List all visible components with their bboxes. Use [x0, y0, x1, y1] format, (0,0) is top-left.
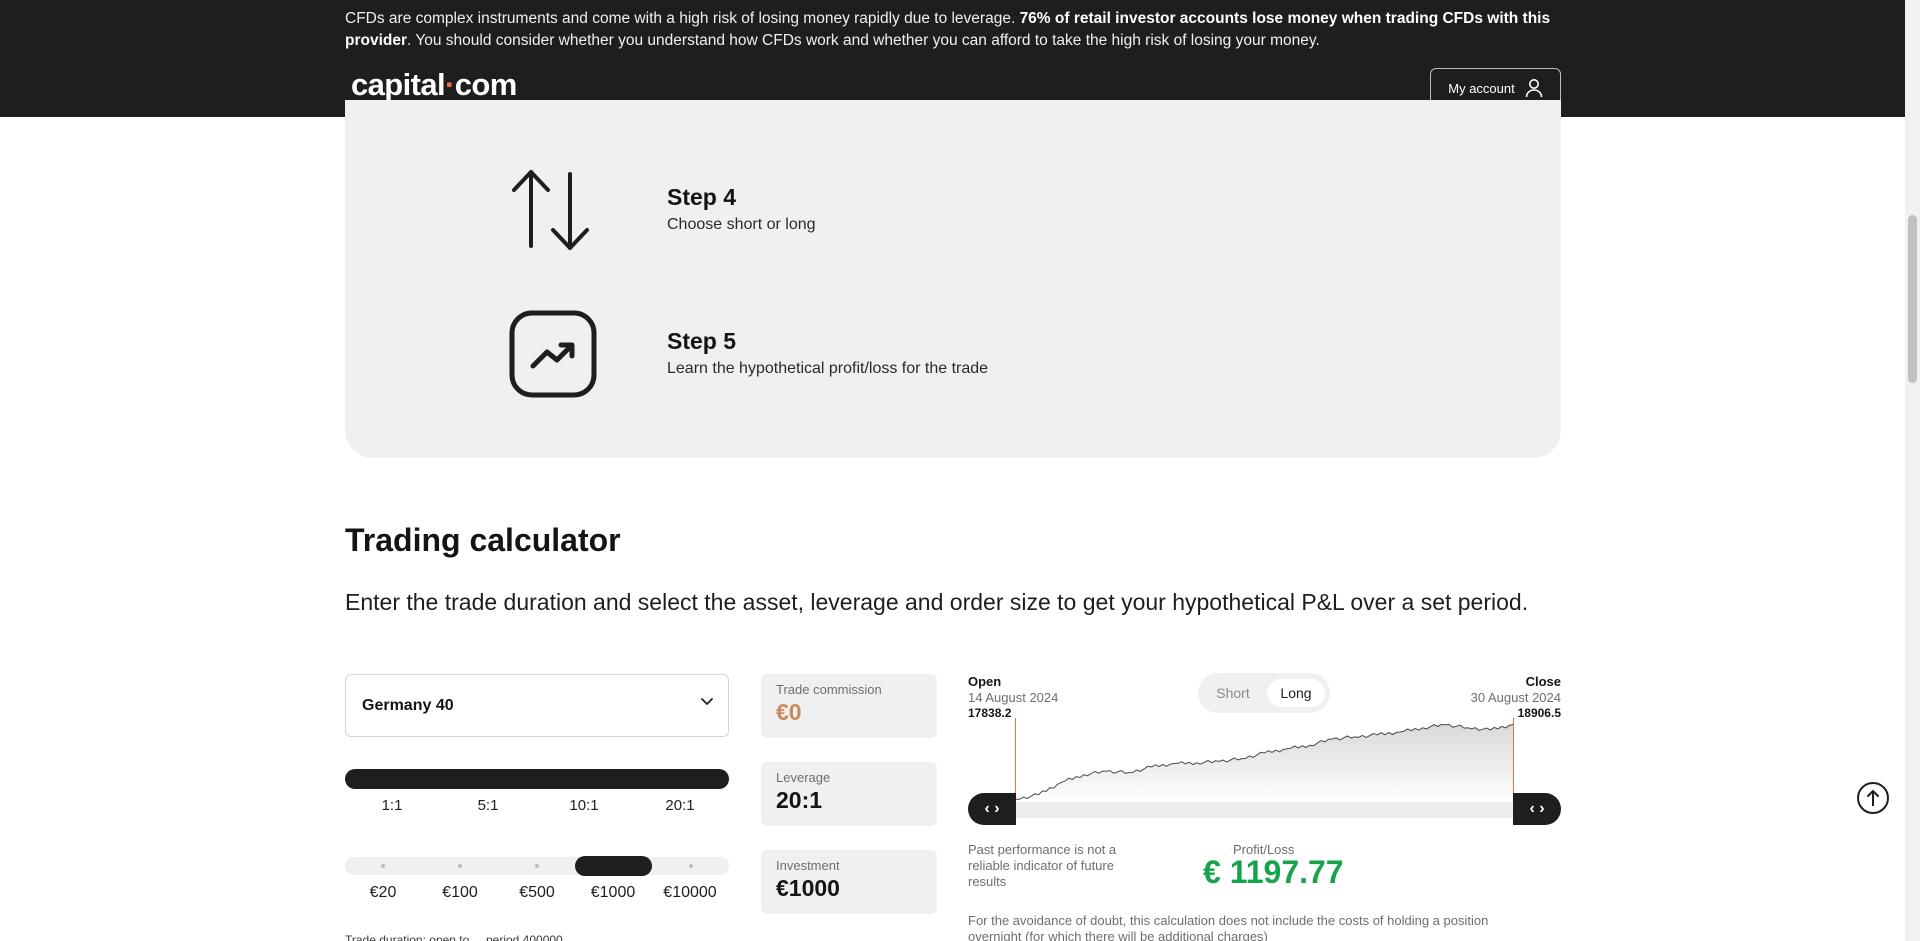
scroll-to-top-button[interactable]: [1857, 782, 1889, 814]
page-scrollbar-thumb[interactable]: [1908, 215, 1917, 383]
open-range-handle[interactable]: ‹ ›: [968, 793, 1016, 825]
investment-option-100[interactable]: €100: [420, 884, 500, 902]
open-date: 14 August 2024: [968, 690, 1059, 705]
trade-commission-box: Trade commission €0: [761, 674, 937, 738]
risk-warning-suffix: . You should consider whether you unders…: [407, 32, 1320, 49]
arrows-up-down-icon: [512, 170, 589, 250]
close-date: 30 August 2024: [1470, 690, 1561, 705]
risk-warning: CFDs are complex instruments and come wi…: [345, 8, 1555, 52]
investment-box: Investment €1000: [761, 850, 937, 914]
investment-option-10000[interactable]: €10000: [650, 884, 730, 902]
chevrons-left-right-icon: ‹ ›: [1529, 800, 1545, 817]
investment-tick: [689, 864, 693, 868]
user-icon: [1525, 79, 1543, 98]
leverage-value: 20:1: [776, 787, 823, 813]
page-scrollbar[interactable]: [1905, 0, 1920, 941]
leverage-slider[interactable]: [345, 769, 729, 789]
chart-area-fill: [1016, 724, 1513, 802]
investment-tick: [381, 864, 385, 868]
leverage-option-20[interactable]: 20:1: [650, 797, 710, 814]
investment-tick: [458, 864, 462, 868]
profit-loss-value: € 1197.77: [1203, 854, 1344, 890]
step-5-text: Learn the hypothetical profit/loss for t…: [667, 360, 989, 377]
leverage-option-1[interactable]: 1:1: [362, 797, 422, 814]
trade-commission-label: Trade commission: [776, 682, 882, 697]
investment-label: Investment: [776, 858, 840, 873]
leverage-box: Leverage 20:1: [761, 762, 937, 826]
investment-option-20[interactable]: €20: [343, 884, 423, 902]
trading-calculator-title: Trading calculator: [345, 522, 621, 558]
close-marker: [1513, 718, 1514, 802]
holding-costs-disclaimer: For the avoidance of doubt, this calcula…: [968, 913, 1489, 941]
my-account-label: My account: [1448, 80, 1515, 96]
arrow-up-icon: [1867, 790, 1879, 806]
risk-warning-prefix: CFDs are complex instruments and come wi…: [345, 10, 1020, 27]
capital-com-logo[interactable]: capital·com: [351, 67, 517, 103]
step-5-title: Step 5: [667, 328, 737, 354]
calculator-footnote: Trade duration: open to ... period 40000…: [345, 933, 563, 941]
trend-up-icon: [509, 310, 597, 398]
steps-panel: [345, 100, 1561, 458]
investment-option-500[interactable]: €500: [497, 884, 577, 902]
investment-tick: [535, 864, 539, 868]
chevron-down-icon: [701, 698, 713, 705]
chevrons-left-right-icon: ‹ ›: [984, 800, 1000, 817]
close-value: 18906.5: [1517, 706, 1561, 720]
price-chart: [1016, 723, 1513, 802]
leverage-option-10[interactable]: 10:1: [554, 797, 614, 814]
close-title: Close: [1525, 674, 1561, 689]
trading-calculator-description: Enter the trade duration and select the …: [345, 589, 1529, 615]
investment-slider-thumb[interactable]: [575, 856, 652, 876]
investment-option-1000[interactable]: €1000: [573, 884, 653, 902]
step-4-text: Choose short or long: [667, 216, 816, 233]
leverage-label: Leverage: [776, 770, 831, 785]
short-option[interactable]: Short: [1208, 680, 1258, 706]
leverage-option-5[interactable]: 5:1: [458, 797, 518, 814]
past-performance-note: Past performance is not a reliable indic…: [968, 842, 1117, 889]
open-marker: [1015, 718, 1016, 802]
open-title: Open: [968, 674, 1002, 689]
investment-value: €1000: [776, 875, 840, 901]
long-option[interactable]: Long: [1267, 679, 1325, 707]
trade-commission-value: €0: [776, 699, 802, 725]
step-4-title: Step 4: [667, 184, 737, 210]
open-value: 17838.2: [968, 706, 1012, 720]
date-range-track[interactable]: [1015, 802, 1513, 818]
close-range-handle[interactable]: ‹ ›: [1513, 793, 1561, 825]
asset-select-value: Germany 40: [362, 696, 454, 714]
asset-select[interactable]: Germany 40: [345, 674, 729, 737]
